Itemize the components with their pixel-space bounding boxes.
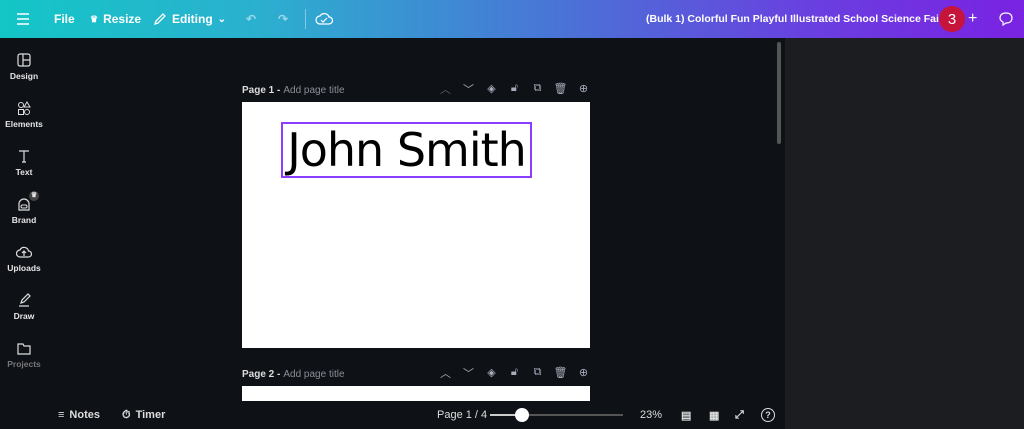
duplicate-icon[interactable]: ⧉ — [531, 82, 544, 95]
crown-icon: ♛ — [90, 13, 99, 24]
name-text-box[interactable]: John Smith — [281, 122, 532, 178]
trash-icon[interactable]: 🗑︎ — [554, 366, 568, 379]
shapes-icon — [18, 101, 31, 115]
add-collaborator-button[interactable]: + — [968, 0, 977, 38]
folder-icon — [17, 343, 31, 355]
page-1-header: Page 1 - Add page title ︿ ﹀ ◈ 🔓︎ ⧉ 🗑︎ ⊕ — [242, 82, 590, 98]
page-label: Page 2 - — [242, 368, 281, 380]
text-icon — [19, 150, 29, 163]
sidebar-item-uploads[interactable]: Uploads — [0, 245, 48, 273]
hide-icon[interactable]: ◈ — [485, 82, 498, 95]
trash-icon[interactable]: 🗑︎ — [554, 82, 568, 95]
collaborator-avatar[interactable]: 3 — [939, 6, 965, 32]
fullscreen-button[interactable]: ⤢ — [735, 401, 744, 429]
chevron-down-icon[interactable]: ﹀ — [462, 366, 475, 380]
sidebar-item-projects[interactable]: Projects — [0, 341, 48, 369]
help-icon: ? — [761, 408, 775, 422]
page-label: Page 1 - — [242, 84, 281, 96]
hide-icon[interactable]: ◈ — [485, 366, 498, 379]
divider — [305, 9, 306, 29]
layout-icon — [17, 53, 31, 67]
page-2-header: Page 2 - Add page title ︿ ﹀ ◈ 🔓︎ ⧉ 🗑︎ ⊕ — [242, 366, 590, 382]
page-title-input[interactable]: Add page title — [283, 369, 344, 380]
sidebar-item-draw[interactable]: Draw — [0, 293, 48, 321]
notes-button[interactable]: ≡ Notes — [58, 401, 100, 429]
page-indicator[interactable]: Page 1 / 4 — [437, 401, 487, 429]
crown-badge-icon: ♛ — [29, 191, 39, 201]
undo-button[interactable]: ↶ — [246, 0, 256, 38]
redo-button[interactable]: ↷ — [278, 0, 288, 38]
notes-label: Notes — [69, 409, 100, 421]
zoom-slider[interactable] — [490, 408, 623, 422]
chevron-down-icon[interactable]: ﹀ — [462, 82, 475, 96]
sidebar-item-brand[interactable]: ♛ Brand — [0, 191, 48, 225]
draw-icon — [19, 293, 31, 307]
bottom-bar: ≡ Notes ⏱︎ Timer Page 1 / 4 23% ▤ ▦ ⤢ ? — [0, 401, 785, 429]
page-1-canvas[interactable]: John Smith — [242, 102, 590, 348]
grid-view-button[interactable]: ▦ — [709, 401, 719, 429]
chevron-up-icon[interactable]: ︿ — [439, 366, 452, 380]
page-view-button[interactable]: ▤ — [681, 401, 691, 429]
lock-icon[interactable]: 🔓︎ — [508, 82, 521, 95]
brand-icon — [18, 198, 30, 211]
duplicate-icon[interactable]: ⧉ — [531, 366, 544, 379]
vertical-scrollbar[interactable] — [777, 42, 781, 144]
menu-icon — [17, 13, 29, 25]
comment-icon — [999, 12, 1013, 27]
editing-dropdown[interactable]: Editing ⌄ — [153, 0, 226, 38]
save-status-button[interactable] — [315, 0, 333, 38]
document-title[interactable]: (Bulk 1) Colorful Fun Playful Illustrate… — [646, 0, 955, 38]
sidebar-label: Elements — [5, 119, 43, 129]
chevron-down-icon: ⌄ — [217, 13, 227, 25]
pencil-icon — [153, 13, 166, 26]
sidebar: Design Elements Text ♛ Brand Uploads Draw… — [0, 38, 48, 429]
resize-label: Resize — [103, 12, 142, 26]
sidebar-label: Draw — [13, 311, 35, 321]
sidebar-item-elements[interactable]: Elements — [0, 101, 48, 129]
cloud-upload-icon — [16, 246, 32, 258]
zoom-level[interactable]: 23% — [640, 401, 662, 429]
lock-icon[interactable]: 🔓︎ — [508, 366, 521, 379]
sidebar-label: Brand — [11, 215, 37, 225]
top-bar: File ♛ Resize Editing ⌄ ↶ ↷ (Bulk 1) Color… — [0, 0, 1024, 38]
menu-button[interactable] — [16, 0, 30, 38]
zoom-slider-thumb[interactable] — [514, 408, 529, 422]
comments-button[interactable] — [998, 0, 1014, 38]
timer-icon: ⏱︎ — [122, 408, 131, 421]
redo-icon: ↷ — [278, 12, 289, 26]
sidebar-label: Text — [15, 167, 33, 177]
sidebar-label: Uploads — [7, 263, 41, 273]
sidebar-label: Design — [9, 71, 39, 81]
timer-label: Timer — [135, 409, 166, 421]
file-button[interactable]: File — [54, 0, 75, 38]
notes-icon: ≡ — [58, 409, 65, 421]
sidebar-label: Projects — [7, 359, 41, 369]
laptop-icon: ▤ — [681, 409, 692, 422]
page-title-input[interactable]: Add page title — [283, 85, 344, 96]
help-button[interactable]: ? — [761, 401, 775, 429]
cloud-check-icon — [315, 13, 333, 25]
page-2-canvas[interactable] — [242, 386, 590, 401]
add-page-icon[interactable]: ⊕ — [577, 366, 590, 379]
undo-icon: ↶ — [246, 12, 257, 26]
timer-button[interactable]: ⏱︎ Timer — [122, 401, 165, 429]
sidebar-item-text[interactable]: Text — [0, 149, 48, 177]
chevron-up-icon[interactable]: ︿ — [439, 82, 452, 96]
add-page-icon[interactable]: ⊕ — [577, 82, 590, 95]
grid-icon: ▦ — [709, 409, 720, 422]
sidebar-item-design[interactable]: Design — [0, 53, 48, 81]
resize-button[interactable]: ♛ Resize — [90, 0, 141, 38]
right-panel — [785, 38, 1024, 429]
editing-label: Editing — [172, 12, 213, 26]
expand-icon: ⤢ — [735, 408, 744, 421]
